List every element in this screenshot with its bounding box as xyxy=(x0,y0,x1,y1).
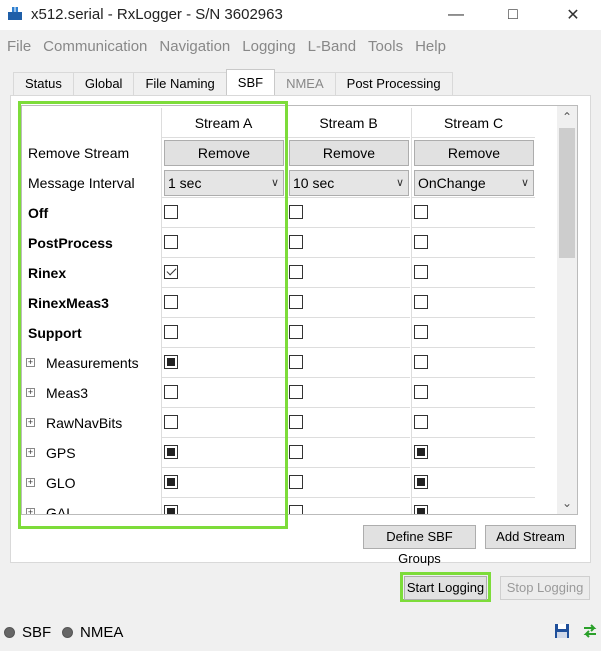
stream-c-header: Stream C xyxy=(411,108,535,138)
stop-logging-button[interactable]: Stop Logging xyxy=(500,576,590,600)
stream-b-checkbox[interactable] xyxy=(289,505,303,514)
stream-b-interval-select[interactable]: 10 sec ∨ xyxy=(289,170,409,196)
menu-bar: File Communication Navigation Logging L-… xyxy=(0,36,452,58)
stream-c-checkbox[interactable] xyxy=(414,295,428,309)
tab-nmea[interactable]: NMEA xyxy=(274,72,336,95)
stream-c-remove-button[interactable]: Remove xyxy=(414,140,534,166)
stream-b-checkbox[interactable] xyxy=(289,355,303,369)
stream-c-checkbox[interactable] xyxy=(414,235,428,249)
stream-b-cell xyxy=(286,348,410,378)
stream-c-checkbox[interactable] xyxy=(414,385,428,399)
nmea-status-label: NMEA xyxy=(80,624,124,641)
stream-c-cell xyxy=(411,498,535,514)
menu-lband[interactable]: L-Band xyxy=(302,36,362,58)
interval-value: OnChange xyxy=(418,175,486,191)
stream-b-checkbox[interactable] xyxy=(289,415,303,429)
tab-sbf[interactable]: SBF xyxy=(225,69,276,95)
stream-b-checkbox[interactable] xyxy=(289,445,303,459)
stream-b-checkbox[interactable] xyxy=(289,205,303,219)
stream-c-checkbox[interactable] xyxy=(414,205,428,219)
stream-c-cell xyxy=(411,288,535,318)
stream-c-checkbox[interactable] xyxy=(414,445,428,459)
stream-b-cell xyxy=(286,318,410,348)
stream-c-cell xyxy=(411,318,535,348)
stream-c-checkbox[interactable] xyxy=(414,325,428,339)
tab-post-processing[interactable]: Post Processing xyxy=(334,72,453,95)
stream-c-cell xyxy=(411,348,535,378)
menu-logging[interactable]: Logging xyxy=(236,36,301,58)
sbf-status-label: SBF xyxy=(22,624,52,641)
stream-c-cell xyxy=(411,438,535,468)
scroll-thumb[interactable] xyxy=(559,128,575,258)
stream-b-cell xyxy=(286,198,410,228)
stream-b-header: Stream B xyxy=(286,108,410,138)
stream-b-checkbox[interactable] xyxy=(289,325,303,339)
stream-b-remove-cell: Remove xyxy=(286,138,410,168)
stream-c-cell xyxy=(411,228,535,258)
stream-b-remove-button[interactable]: Remove xyxy=(289,140,409,166)
stream-c-remove-cell: Remove xyxy=(411,138,535,168)
menu-navigation[interactable]: Navigation xyxy=(153,36,236,58)
scroll-down-icon[interactable]: ⌄ xyxy=(557,494,577,512)
window-title: x512.serial - RxLogger - S/N 3602963 xyxy=(31,6,283,23)
tab-global[interactable]: Global xyxy=(72,72,135,95)
stream-b-checkbox[interactable] xyxy=(289,265,303,279)
stream-b-cell xyxy=(286,378,410,408)
stream-c-checkbox[interactable] xyxy=(414,475,428,489)
stream-b-cell xyxy=(286,438,410,468)
define-sbf-groups-button[interactable]: Define SBF Groups xyxy=(363,525,476,566)
stream-b-interval-cell: 10 sec ∨ xyxy=(286,168,410,198)
title-bar: x512.serial - RxLogger - S/N 3602963 — □… xyxy=(0,0,601,30)
stream-b-checkbox[interactable] xyxy=(289,385,303,399)
vertical-scrollbar[interactable]: ⌃ ⌄ xyxy=(557,106,577,514)
stream-c-checkbox[interactable] xyxy=(414,265,428,279)
stream-c-checkbox[interactable] xyxy=(414,505,428,514)
tab-strip: Status Global File Naming SBF NMEA Post … xyxy=(13,69,453,96)
menu-communication[interactable]: Communication xyxy=(37,36,153,58)
stream-b-cell xyxy=(286,288,410,318)
stream-b-cell xyxy=(286,258,410,288)
stream-c-cell xyxy=(411,378,535,408)
stream-c-cell xyxy=(411,468,535,498)
minimize-button[interactable]: — xyxy=(433,0,479,30)
interval-value: 10 sec xyxy=(293,175,335,191)
stream-c-cell xyxy=(411,408,535,438)
nmea-status-led-icon xyxy=(62,627,73,638)
sbf-status-led-icon xyxy=(4,627,15,638)
stream-b-checkbox[interactable] xyxy=(289,295,303,309)
transfer-icon[interactable] xyxy=(582,623,598,639)
stream-c-interval-select[interactable]: OnChange ∨ xyxy=(414,170,534,196)
stream-c-checkbox[interactable] xyxy=(414,355,428,369)
stream-b-checkbox[interactable] xyxy=(289,235,303,249)
chevron-down-icon: ∨ xyxy=(520,177,529,189)
maximize-button[interactable]: □ xyxy=(490,0,536,30)
stream-c-cell xyxy=(411,258,535,288)
stream-a-highlight xyxy=(18,101,288,529)
scroll-up-icon[interactable]: ⌃ xyxy=(557,108,577,126)
app-icon xyxy=(8,7,22,20)
save-icon[interactable] xyxy=(554,623,570,639)
start-logging-button[interactable]: Start Logging xyxy=(404,576,487,600)
stream-c-checkbox[interactable] xyxy=(414,415,428,429)
stream-c-cell xyxy=(411,198,535,228)
stream-b-checkbox[interactable] xyxy=(289,475,303,489)
stream-b-cell xyxy=(286,228,410,258)
menu-file[interactable]: File xyxy=(0,36,37,58)
add-stream-button[interactable]: Add Stream xyxy=(485,525,576,549)
status-bar: SBF NMEA xyxy=(0,620,601,646)
stream-b-cell xyxy=(286,468,410,498)
chevron-down-icon: ∨ xyxy=(395,177,404,189)
menu-tools[interactable]: Tools xyxy=(362,36,409,58)
menu-help[interactable]: Help xyxy=(409,36,452,58)
tab-file-naming[interactable]: File Naming xyxy=(133,72,227,95)
stream-b-cell xyxy=(286,498,410,514)
close-button[interactable]: ✕ xyxy=(550,0,596,30)
tab-status[interactable]: Status xyxy=(13,72,74,95)
stream-c-interval-cell: OnChange ∨ xyxy=(411,168,535,198)
stream-b-cell xyxy=(286,408,410,438)
